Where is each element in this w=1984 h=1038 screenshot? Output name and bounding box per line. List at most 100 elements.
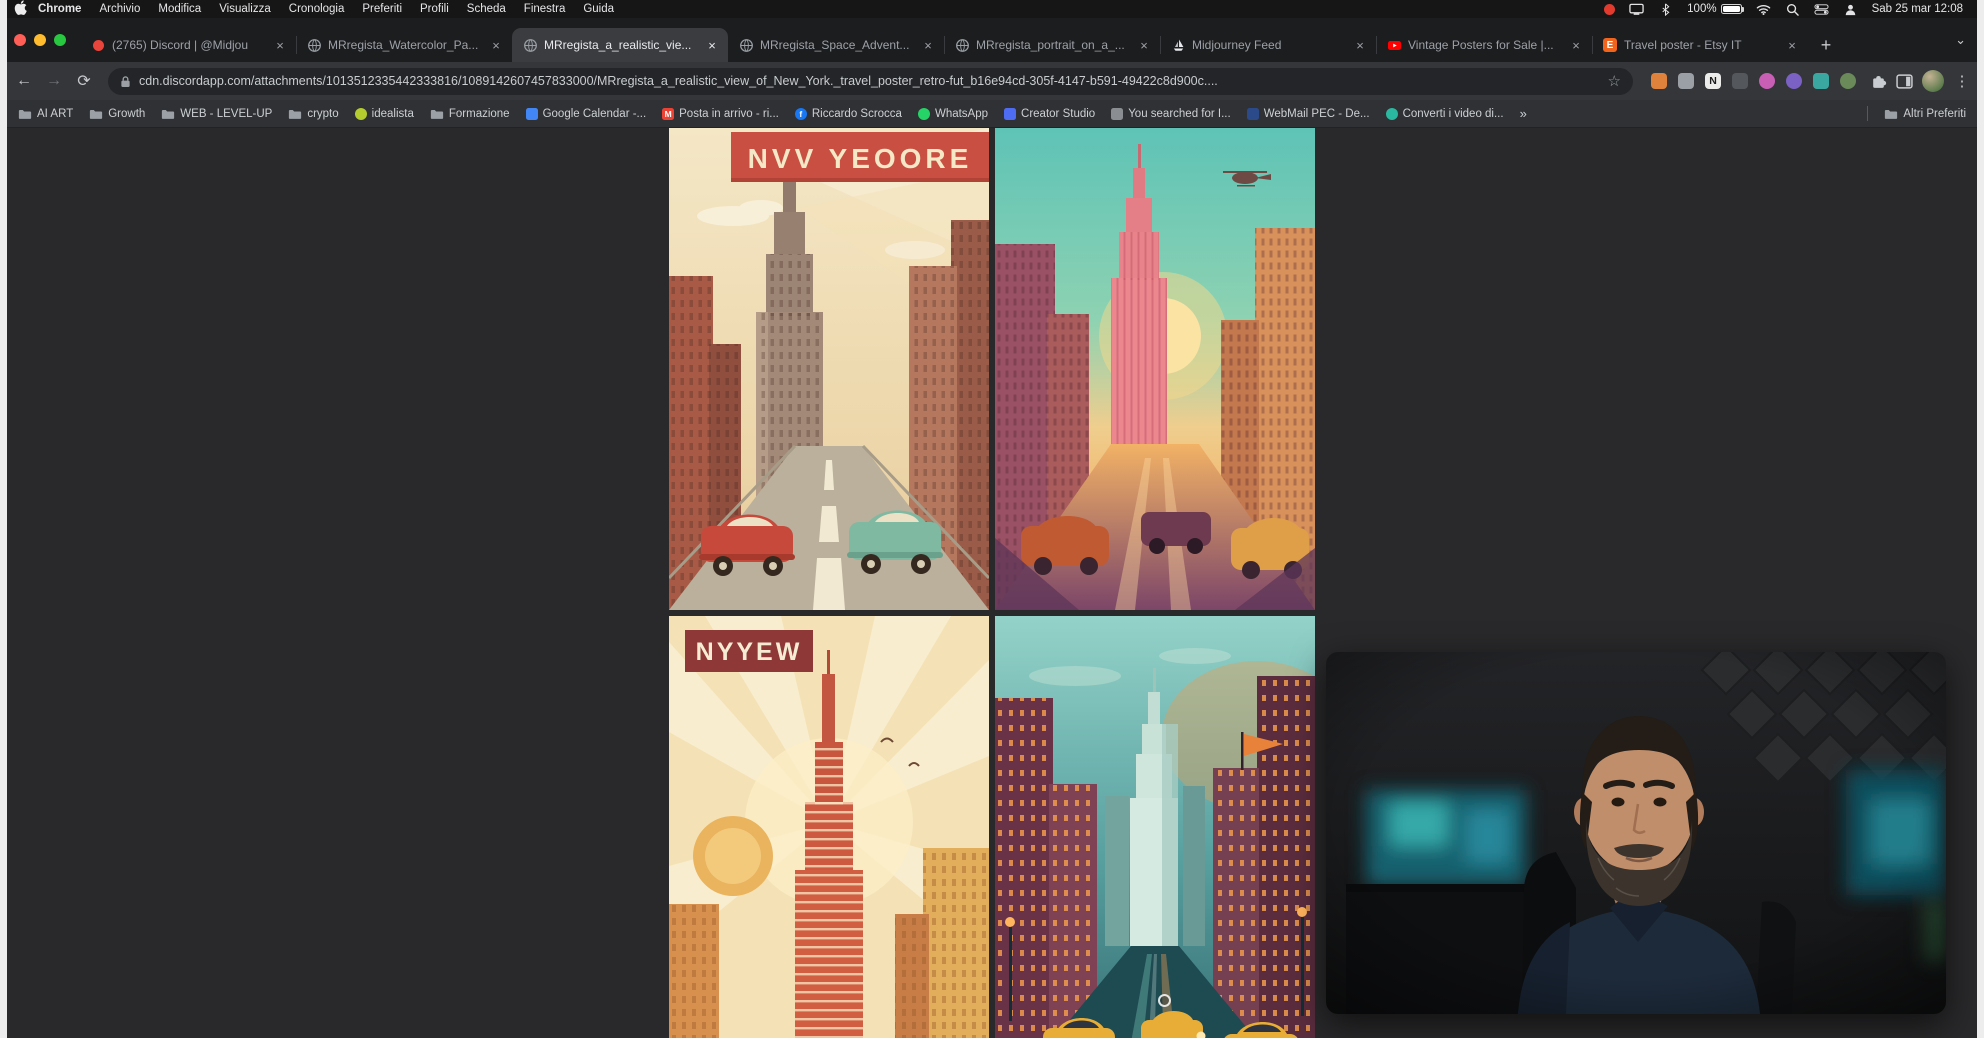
tab-close-icon[interactable]: × (272, 37, 288, 53)
bookmarks-bar: AI ARTGrowthWEB - LEVEL-UPcryptoidealist… (0, 100, 1984, 128)
poster-bottom-right[interactable] (995, 616, 1315, 1038)
tab-search-chevron-icon[interactable]: ⌄ (1945, 32, 1976, 48)
tab-close-icon[interactable]: × (1568, 37, 1584, 53)
poster-1-title: NVV YEOORE (748, 143, 973, 174)
menubar-menu-profili[interactable]: Profili (411, 3, 458, 15)
menubar-menu-preferiti[interactable]: Preferiti (353, 3, 411, 15)
midjourney-image-grid[interactable]: NVV YEOORE (669, 128, 1315, 1038)
bookmark-idealista[interactable]: idealista (347, 108, 422, 120)
apple-menu-icon[interactable] (14, 0, 29, 18)
bookmark-you-searched-for-i[interactable]: You searched for I... (1103, 108, 1239, 120)
tab-close-icon[interactable]: × (1784, 37, 1800, 53)
new-tab-button[interactable]: + (1812, 31, 1840, 59)
menubar-battery-icon[interactable]: 100% (1680, 3, 1748, 15)
bookmark-ai-art[interactable]: AI ART (10, 108, 81, 120)
menubar-menu-guida[interactable]: Guida (574, 3, 623, 15)
webcam-overlay (1326, 652, 1946, 1014)
bookmark-webmail-pec-de[interactable]: WebMail PEC - De... (1239, 108, 1378, 120)
webcam-video (1326, 652, 1946, 1014)
tab-close-icon[interactable]: × (488, 37, 504, 53)
window-zoom-button[interactable] (54, 34, 66, 46)
dark-extension-icon[interactable] (1732, 73, 1748, 89)
tab-close-icon[interactable]: × (1136, 37, 1152, 53)
violet-extension-icon[interactable] (1786, 73, 1802, 89)
menubar-user-icon[interactable] (1836, 3, 1865, 16)
screen: ChromeArchivioModificaVisualizzaCronolog… (0, 0, 1984, 1038)
poster-top-right[interactable] (995, 128, 1315, 610)
menubar-clock[interactable]: Sab 25 mar 12:08 (1865, 3, 1970, 15)
url-text[interactable]: cdn.discordapp.com/attachments/101351233… (139, 74, 1600, 88)
globe-favicon (954, 37, 970, 53)
bookmark-posta-in-arrivo-ri[interactable]: MPosta in arrivo - ri... (654, 108, 787, 120)
other-bookmarks-folder-icon (1884, 108, 1898, 120)
menubar-recording-indicator-icon[interactable] (1597, 4, 1622, 15)
menubar-control-center-icon[interactable] (1807, 3, 1836, 16)
poster-bottom-left[interactable]: NYYEW (669, 616, 989, 1038)
menubar-menu-finestra[interactable]: Finestra (515, 3, 575, 15)
bookmark-converti-i-video-di[interactable]: Converti i video di... (1378, 108, 1512, 120)
menubar-wifi-icon[interactable] (1749, 3, 1778, 16)
menubar-menu-scheda[interactable]: Scheda (458, 3, 515, 15)
menubar-spotlight-search-icon[interactable] (1778, 3, 1807, 16)
menubar-menu-cronologia[interactable]: Cronologia (280, 3, 354, 15)
tab-mrregista-a-realistic-vie[interactable]: MRregista_a_realistic_vie...× (512, 28, 728, 62)
traffic-lights (8, 34, 80, 46)
lock-icon (120, 75, 131, 88)
menubar-menu-archivio[interactable]: Archivio (90, 3, 149, 15)
profile-avatar[interactable] (1922, 70, 1944, 92)
menubar-screen-mirroring-icon[interactable] (1622, 3, 1651, 16)
tab-close-icon[interactable]: × (920, 37, 936, 53)
etsy-favicon: E (1602, 37, 1618, 53)
tab-mrregista-watercolor-pa[interactable]: MRregista_Watercolor_Pa...× (296, 28, 512, 62)
window-minimize-button[interactable] (34, 34, 46, 46)
side-panel-icon[interactable] (1892, 69, 1916, 93)
tab-travel-poster-etsy-it[interactable]: ETravel poster - Etsy IT× (1592, 28, 1808, 62)
bookmarks-items: AI ARTGrowthWEB - LEVEL-UPcryptoidealist… (10, 108, 1512, 120)
forward-button[interactable]: → (40, 67, 68, 95)
bookmark-creator-studio[interactable]: Creator Studio (996, 108, 1103, 120)
window-close-button[interactable] (14, 34, 26, 46)
address-bar[interactable]: cdn.discordapp.com/attachments/101351233… (108, 68, 1633, 95)
pink-extension-icon[interactable] (1759, 73, 1775, 89)
tab-close-icon[interactable]: × (1352, 37, 1368, 53)
tab-close-icon[interactable]: × (704, 37, 720, 53)
reload-button[interactable]: ⟳ (70, 67, 98, 95)
bookmark-web-level-up[interactable]: WEB - LEVEL-UP (153, 108, 280, 120)
browser-menu-icon[interactable]: ⋮ (1950, 67, 1974, 95)
page-content: NVV YEOORE (0, 128, 1984, 1038)
menubar-menu-chrome[interactable]: Chrome (29, 3, 90, 15)
bookmark-google-calendar[interactable]: Google Calendar -... (518, 108, 655, 120)
other-bookmarks-button[interactable]: Altri Preferiti (1876, 108, 1974, 120)
left-edge-strip (0, 0, 7, 1038)
bookmark-crypto[interactable]: crypto (280, 108, 346, 120)
midjourney-favicon (1170, 37, 1186, 53)
tabs-container: (2765) Discord | @Midjou×MRregista_Water… (80, 28, 1808, 62)
bookmark-whatsapp[interactable]: WhatsApp (910, 108, 996, 120)
orange-extension-icon[interactable] (1651, 73, 1667, 89)
tab-mrregista-portrait-on-a[interactable]: MRregista_portrait_on_a_...× (944, 28, 1160, 62)
teal-extension-icon[interactable] (1813, 73, 1829, 89)
tab-midjourney-feed[interactable]: Midjourney Feed× (1160, 28, 1376, 62)
globe-favicon (306, 37, 322, 53)
back-button[interactable]: ← (10, 67, 38, 95)
browser-toolbar: ← → ⟳ cdn.discordapp.com/attachments/101… (0, 62, 1984, 100)
bookmark-riccardo-scrocca[interactable]: fRiccardo Scrocca (787, 108, 910, 120)
tab-mrregista-space-advent[interactable]: MRregista_Space_Advent...× (728, 28, 944, 62)
poster-top-left[interactable]: NVV YEOORE (669, 128, 989, 610)
tab-2765-discord-midjou[interactable]: (2765) Discord | @Midjou× (80, 28, 296, 62)
bookmarks-overflow-chevron[interactable]: » (1512, 106, 1535, 121)
tab-vintage-posters-for-sale[interactable]: Vintage Posters for Sale |...× (1376, 28, 1592, 62)
extensions-puzzle-icon[interactable] (1866, 69, 1890, 93)
tab-strip: (2765) Discord | @Midjou×MRregista_Water… (0, 18, 1984, 62)
menubar-menu-visualizza[interactable]: Visualizza (210, 3, 280, 15)
gray-extension-icon[interactable] (1678, 73, 1694, 89)
photo-extension-icon[interactable] (1840, 73, 1856, 89)
bookmark-growth[interactable]: Growth (81, 108, 153, 120)
mouse-cursor (1158, 994, 1171, 1007)
bookmark-star-icon[interactable]: ☆ (1608, 72, 1621, 90)
globe-favicon (738, 37, 754, 53)
notion-extension-icon[interactable]: N (1705, 73, 1721, 89)
menubar-bluetooth-icon[interactable] (1651, 3, 1680, 16)
bookmark-formazione[interactable]: Formazione (422, 108, 518, 120)
menubar-menu-modifica[interactable]: Modifica (149, 3, 210, 15)
